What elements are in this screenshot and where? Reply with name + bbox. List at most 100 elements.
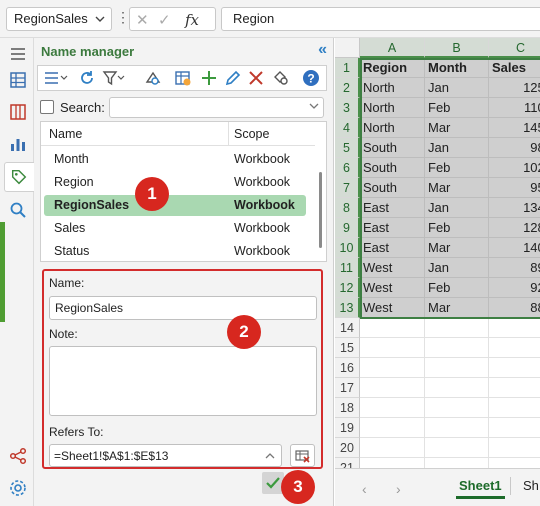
grid-cell[interactable]: [360, 458, 425, 468]
grid-cell[interactable]: 1340: [489, 198, 540, 218]
edit-name-icon[interactable]: [224, 69, 242, 87]
more-options-icon[interactable]: ⋮: [116, 9, 130, 26]
list-scrollbar[interactable]: [319, 172, 322, 248]
search-checkbox[interactable]: [40, 100, 54, 114]
grid-cell[interactable]: Feb: [425, 158, 489, 178]
grid-cell[interactable]: [360, 318, 425, 338]
grid-cell[interactable]: South: [360, 138, 425, 158]
list-item[interactable]: Region Workbook: [44, 172, 306, 193]
grid-cell[interactable]: 980: [489, 138, 540, 158]
grid-cell[interactable]: Month: [425, 58, 489, 78]
column-header-name[interactable]: Name: [49, 127, 82, 141]
grid-cell[interactable]: 880: [489, 298, 540, 318]
grid-cell[interactable]: 1100: [489, 98, 540, 118]
grid-cell[interactable]: 1280: [489, 218, 540, 238]
delete-name-icon[interactable]: [247, 69, 265, 87]
list-item[interactable]: Month Workbook: [44, 149, 306, 170]
list-item[interactable]: Status Workbook: [44, 241, 306, 261]
grid-cell[interactable]: Sales: [489, 58, 540, 78]
chevron-down-icon[interactable]: [308, 100, 320, 112]
grid-cell[interactable]: [489, 358, 540, 378]
grid-cell[interactable]: [489, 438, 540, 458]
grid-cell[interactable]: East: [360, 198, 425, 218]
grid-cell[interactable]: [425, 438, 489, 458]
grid-cell[interactable]: Mar: [425, 238, 489, 258]
select-all-corner[interactable]: [335, 38, 360, 58]
help-icon[interactable]: ?: [302, 69, 320, 87]
columns-icon[interactable]: [8, 102, 28, 122]
row-header[interactable]: 17: [335, 378, 360, 398]
grid-cell[interactable]: [360, 418, 425, 438]
grid-cell[interactable]: [425, 418, 489, 438]
grid-cell[interactable]: [360, 438, 425, 458]
grid-cell[interactable]: [425, 358, 489, 378]
select-range-button[interactable]: [290, 444, 315, 467]
row-header[interactable]: 11: [335, 258, 360, 278]
row-header[interactable]: 8: [335, 198, 360, 218]
grid-cell[interactable]: [425, 338, 489, 358]
formula-input[interactable]: Region: [221, 7, 540, 31]
grid-cell[interactable]: Jan: [425, 258, 489, 278]
grid-cell[interactable]: [489, 418, 540, 438]
grid-cell[interactable]: [425, 458, 489, 468]
list-item-selected[interactable]: RegionSales Workbook: [44, 195, 306, 216]
cancel-icon[interactable]: ✕: [136, 11, 149, 29]
grid-cell[interactable]: Jan: [425, 78, 489, 98]
column-header-c[interactable]: C: [489, 38, 540, 58]
row-header[interactable]: 18: [335, 398, 360, 418]
column-divider[interactable]: [228, 122, 229, 146]
grid-cell[interactable]: [489, 318, 540, 338]
grid-cell[interactable]: West: [360, 278, 425, 298]
share-icon[interactable]: [8, 446, 28, 466]
grid-cell[interactable]: 950: [489, 178, 540, 198]
row-header[interactable]: 21: [335, 458, 360, 468]
row-header[interactable]: 15: [335, 338, 360, 358]
grid-cell[interactable]: 1450: [489, 118, 540, 138]
insert-function-icon[interactable]: fx: [185, 11, 199, 29]
grid-cell[interactable]: 1250: [489, 78, 540, 98]
grid-cell[interactable]: [360, 398, 425, 418]
name-manager-tab[interactable]: [4, 162, 34, 192]
view-names-icon[interactable]: [144, 69, 162, 87]
search-icon[interactable]: [8, 200, 28, 220]
collapse-pane-icon[interactable]: «: [318, 41, 327, 59]
grid-cell[interactable]: [360, 338, 425, 358]
table-icon[interactable]: [8, 70, 28, 90]
row-header[interactable]: 19: [335, 418, 360, 438]
grid-cell[interactable]: [425, 318, 489, 338]
grid-cell[interactable]: 920: [489, 278, 540, 298]
grid-cell[interactable]: Mar: [425, 178, 489, 198]
grid-cell[interactable]: West: [360, 298, 425, 318]
grid-cell[interactable]: Region: [360, 58, 425, 78]
sheet-tab-sheet1[interactable]: Sheet1: [456, 469, 505, 499]
grid-cell[interactable]: Mar: [425, 118, 489, 138]
row-header[interactable]: 2: [335, 78, 360, 98]
next-sheet-icon[interactable]: ›: [396, 481, 401, 497]
pane-resize-handle[interactable]: [0, 222, 5, 322]
row-header[interactable]: 20: [335, 438, 360, 458]
grid-cell[interactable]: West: [360, 258, 425, 278]
refresh-icon[interactable]: [78, 69, 96, 87]
row-header[interactable]: 6: [335, 158, 360, 178]
grid-cell[interactable]: [425, 398, 489, 418]
menu-icon[interactable]: [8, 44, 28, 64]
grid-cell[interactable]: North: [360, 78, 425, 98]
grid-cell[interactable]: 1020: [489, 158, 540, 178]
row-header[interactable]: 10: [335, 238, 360, 258]
sheet-tab-next[interactable]: Sh: [523, 469, 539, 499]
grid-cell[interactable]: East: [360, 218, 425, 238]
refers-to-field[interactable]: =Sheet1!$A$1:$E$13: [49, 444, 282, 467]
grid-cell[interactable]: South: [360, 178, 425, 198]
row-header[interactable]: 4: [335, 118, 360, 138]
grid-cell[interactable]: North: [360, 98, 425, 118]
row-header[interactable]: 14: [335, 318, 360, 338]
row-header[interactable]: 12: [335, 278, 360, 298]
name-field[interactable]: RegionSales: [49, 296, 317, 320]
grid-cell[interactable]: Mar: [425, 298, 489, 318]
grid-cell[interactable]: [489, 398, 540, 418]
prev-sheet-icon[interactable]: ‹: [362, 481, 367, 497]
grid-cell[interactable]: 890: [489, 258, 540, 278]
chevron-up-icon[interactable]: [264, 450, 276, 462]
search-input[interactable]: [109, 97, 324, 118]
name-table-icon[interactable]: [174, 69, 192, 87]
